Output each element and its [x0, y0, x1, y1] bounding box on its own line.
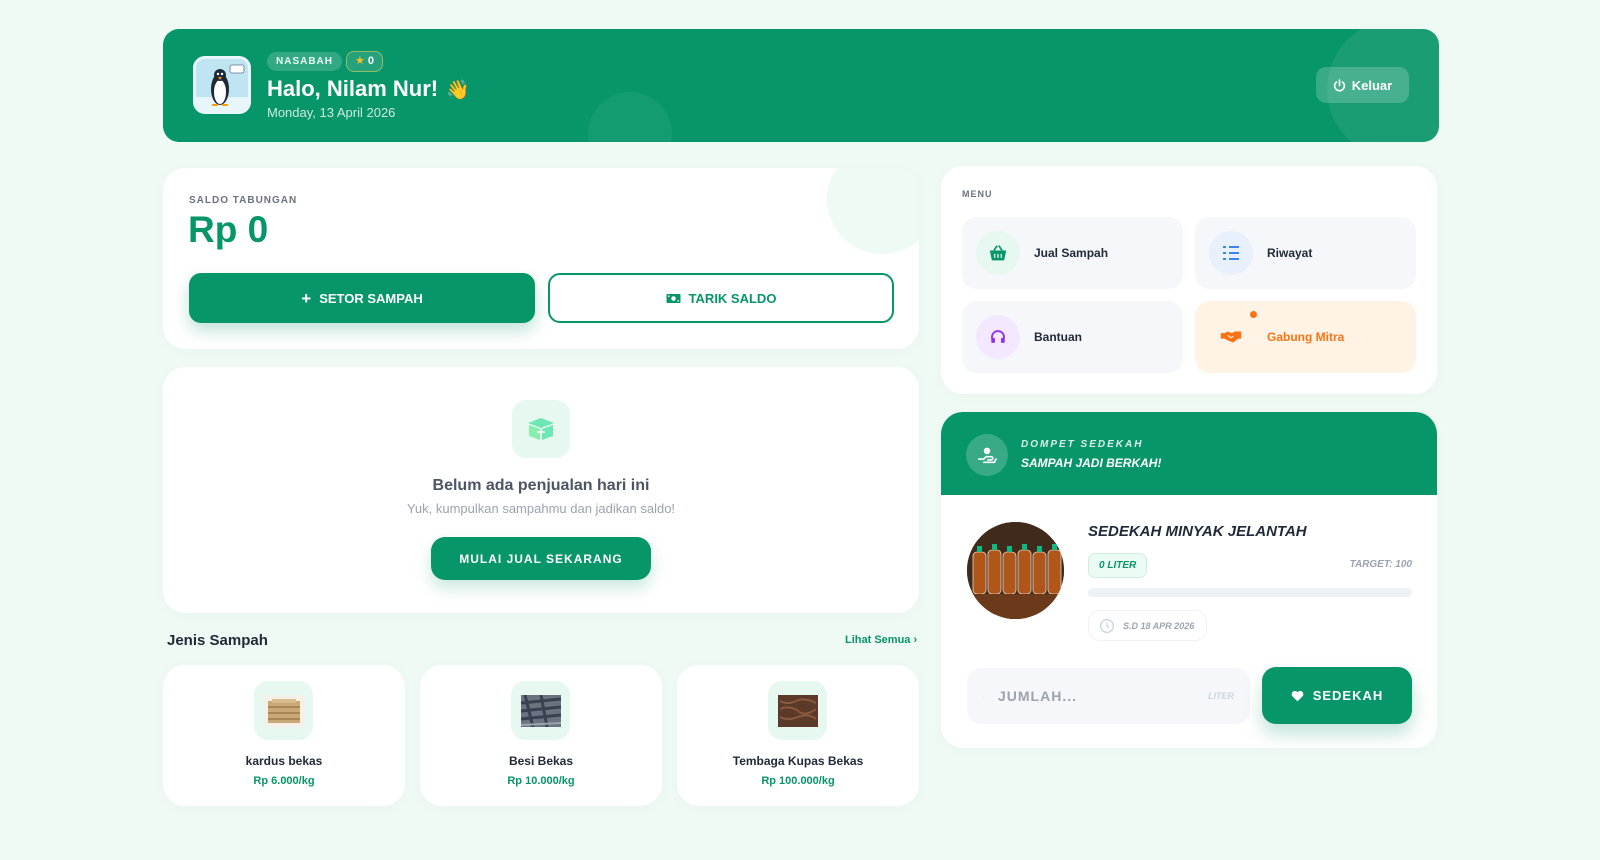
- menu-item-label: Bantuan: [1034, 330, 1082, 344]
- points-value: 0: [367, 55, 374, 67]
- campaign-title: SEDEKAH MINYAK JELANTAH: [1088, 523, 1307, 540]
- current-date: Monday, 13 April 2026: [267, 105, 396, 120]
- waste-thumbnail: [254, 681, 313, 740]
- header-decoration: [588, 92, 672, 142]
- saldo-decoration: [827, 168, 919, 254]
- plus-icon: +: [301, 288, 312, 308]
- empty-subtitle: Yuk, kumpulkan sampahmu dan jadikan sald…: [406, 501, 676, 516]
- hand-heart-icon: [966, 434, 1008, 476]
- power-icon: [1333, 78, 1345, 92]
- heart-icon: [1291, 690, 1304, 701]
- saldo-card: SALDO TABUNGAN Rp 0 + SETOR SAMPAH TARIK…: [163, 168, 919, 349]
- sedekah-header: DOMPET SEDEKAH SAMPAH JADI BERKAH!: [941, 412, 1437, 495]
- list-icon: [1209, 231, 1253, 275]
- sedekah-button[interactable]: SEDEKAH: [1262, 667, 1412, 724]
- chevron-right-icon: ›: [913, 634, 918, 646]
- see-all-link[interactable]: Lihat Semua ›: [845, 634, 917, 646]
- handshake-icon: [1209, 315, 1253, 359]
- basket-icon: [976, 231, 1020, 275]
- jumlah-field[interactable]: LITER: [967, 668, 1250, 724]
- collected-badge: 0 LITER: [1088, 553, 1148, 578]
- menu-item-label: Jual Sampah: [1034, 246, 1109, 260]
- menu-item-bantuan[interactable]: Bantuan: [962, 301, 1183, 373]
- sedekah-header-subtitle: SAMPAH JADI BERKAH!: [1021, 456, 1162, 470]
- campaign-target: TARGET: 100: [1349, 559, 1412, 570]
- menu-item-label: Gabung Mitra: [1267, 330, 1345, 344]
- tarik-saldo-button[interactable]: TARIK SALDO: [548, 273, 894, 323]
- tarik-label: TARIK SALDO: [688, 290, 777, 306]
- waste-price: Rp 6.000/kg: [253, 775, 315, 787]
- setor-sampah-button[interactable]: + SETOR SAMPAH: [189, 273, 535, 323]
- notification-dot: [1250, 311, 1257, 318]
- money-icon: [666, 293, 681, 303]
- penguin-avatar-icon: [196, 59, 248, 111]
- role-badge: NASABAH: [267, 52, 342, 71]
- sedekah-header-title: DOMPET SEDEKAH: [1021, 439, 1144, 450]
- jumlah-input[interactable]: [998, 688, 1194, 704]
- welcome-header: NASABAH ★ 0 Halo, Nilam Nur! 👋 Monday, 13 …: [163, 29, 1439, 142]
- mulai-jual-button[interactable]: MULAI JUAL SEKARANG: [431, 537, 651, 580]
- bottle-icon: [983, 695, 984, 697]
- sales-empty-state: Belum ada penjualan hari ini Yuk, kumpul…: [163, 367, 919, 613]
- dompet-sedekah-card: DOMPET SEDEKAH SAMPAH JADI BERKAH! SEDEK…: [941, 412, 1437, 748]
- menu-item-label: Riwayat: [1267, 246, 1313, 260]
- greeting-text: Halo, Nilam Nur!: [267, 76, 439, 101]
- scrap-iron-image: [520, 694, 561, 727]
- box-icon: [512, 400, 570, 458]
- see-all-label: Lihat Semua: [845, 634, 911, 646]
- waste-price: Rp 100.000/kg: [761, 775, 835, 787]
- wave-emoji: 👋: [446, 80, 470, 101]
- setor-label: SETOR SAMPAH: [319, 290, 423, 306]
- sedekah-button-label: SEDEKAH: [1312, 688, 1384, 703]
- waste-name: kardus bekas: [245, 754, 323, 768]
- waste-thumbnail: [511, 681, 570, 740]
- waste-type-card[interactable]: kardus bekas Rp 6.000/kg: [163, 665, 405, 806]
- avatar[interactable]: [193, 56, 251, 114]
- star-icon: ★: [355, 55, 365, 67]
- menu-item-riwayat[interactable]: Riwayat: [1195, 217, 1416, 289]
- campaign-progress-bar: [1088, 588, 1412, 597]
- logout-label: Keluar: [1351, 77, 1393, 93]
- cardboard-image: [263, 694, 304, 727]
- menu-item-gabung-mitra[interactable]: Gabung Mitra: [1195, 301, 1416, 373]
- campaign-deadline: S.D 18 APR 2026: [1088, 610, 1208, 641]
- waste-thumbnail: [768, 681, 827, 740]
- menu-label: MENU: [962, 189, 993, 199]
- saldo-amount: Rp 0: [188, 209, 269, 250]
- waste-type-card[interactable]: Tembaga Kupas Bekas Rp 100.000/kg: [677, 665, 919, 806]
- jenis-sampah-title: Jenis Sampah: [167, 632, 268, 649]
- greeting: Halo, Nilam Nur! 👋: [267, 76, 470, 102]
- menu-card: MENU Jual Sampah Riwayat Bantuan Gabung …: [941, 166, 1437, 394]
- unit-label: LITER: [1208, 691, 1234, 701]
- saldo-label: SALDO TABUNGAN: [189, 195, 298, 206]
- waste-name: Tembaga Kupas Bekas: [732, 754, 864, 768]
- waste-name: Besi Bekas: [508, 754, 574, 768]
- waste-type-card[interactable]: Besi Bekas Rp 10.000/kg: [420, 665, 662, 806]
- headset-icon: [976, 315, 1020, 359]
- copper-image: [777, 694, 818, 727]
- minyak-jelantah-image: [967, 522, 1064, 619]
- clock-icon: [1100, 618, 1114, 633]
- points-badge: ★ 0: [346, 51, 383, 72]
- deadline-text: S.D 18 APR 2026: [1123, 620, 1195, 631]
- empty-title: Belum ada penjualan hari ini: [432, 477, 650, 494]
- logout-button[interactable]: Keluar: [1316, 67, 1409, 103]
- menu-item-jual-sampah[interactable]: Jual Sampah: [962, 217, 1183, 289]
- waste-price: Rp 10.000/kg: [507, 775, 575, 787]
